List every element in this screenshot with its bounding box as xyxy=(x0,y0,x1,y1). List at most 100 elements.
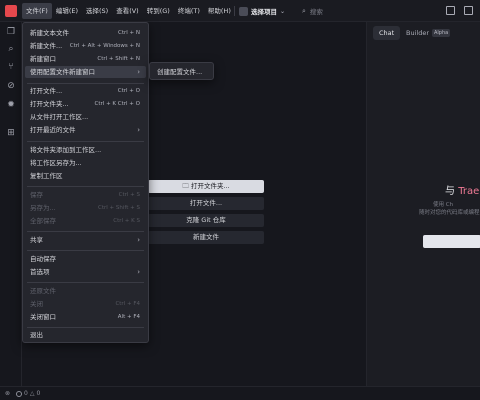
toggle-sidebar-icon[interactable] xyxy=(446,6,455,15)
new-window-label: 新建窗口 xyxy=(30,55,56,63)
menu-item-open-file[interactable]: 打开文件... Ctrl + O xyxy=(25,85,146,97)
menu-item-share[interactable]: 共享 › xyxy=(25,234,146,246)
extensions-icon[interactable]: ⊞ xyxy=(6,128,16,138)
shortcut: Alt + F4 xyxy=(117,314,140,320)
close-label: 关闭 xyxy=(30,300,43,308)
shortcut: Ctrl + F4 xyxy=(115,301,140,307)
file-menu-dropdown: 新建文本文件 Ctrl + N 新建文件... Ctrl + Alt + Win… xyxy=(22,22,149,343)
menu-edit[interactable]: 编辑(E) xyxy=(52,3,82,19)
menu-item-new-file[interactable]: 新建文件... Ctrl + Alt + Windows + N xyxy=(25,40,146,52)
menu-item-preferences[interactable]: 首选项 › xyxy=(25,266,146,278)
shortcut: Ctrl + K S xyxy=(113,218,140,224)
status-bar: ⊗ 0 △ 0 xyxy=(0,386,480,400)
menu-go[interactable]: 转到(G) xyxy=(143,3,174,19)
tab-builder[interactable]: Builder Alpha xyxy=(406,26,451,40)
run-debug-icon[interactable]: ⊘ xyxy=(6,81,16,91)
alpha-badge: Alpha xyxy=(432,29,451,37)
menu-item-duplicate-workspace[interactable]: 复制工作区 xyxy=(25,170,146,182)
title-divider xyxy=(234,6,235,16)
bug-icon[interactable]: ✹ xyxy=(6,100,16,110)
select-project-button[interactable]: 选择项目 ⌄ xyxy=(239,4,285,18)
preferences-label: 首选项 xyxy=(30,268,50,276)
remote-indicator[interactable]: ⊗ xyxy=(5,389,10,399)
menu-view[interactable]: 查看(V) xyxy=(112,3,143,19)
chevron-down-icon: ⌄ xyxy=(280,7,286,15)
panel-text-line2: 随时对您的代码库或编程 xyxy=(419,210,480,216)
save-all-label: 全部保存 xyxy=(30,217,56,225)
menu-selection[interactable]: 选择(S) xyxy=(82,3,112,19)
shortcut: Ctrl + O xyxy=(117,88,140,94)
menu-item-save-all: 全部保存 Ctrl + K S xyxy=(25,215,146,227)
menu-item-new-text-file[interactable]: 新建文本文件 Ctrl + N xyxy=(25,27,146,39)
chevron-right-icon: › xyxy=(137,68,140,76)
menu-item-create-profile[interactable]: 创建配置文件... xyxy=(152,66,211,78)
problems-indicator[interactable]: 0 △ 0 xyxy=(16,389,40,399)
select-project-label: 选择项目 xyxy=(251,8,277,16)
menu-file[interactable]: 文件(F) xyxy=(22,3,52,19)
menu-divider xyxy=(27,231,144,232)
tab-builder-label: Builder xyxy=(406,29,429,37)
source-control-icon[interactable]: ⑂ xyxy=(6,62,16,72)
save-label: 保存 xyxy=(30,191,43,199)
shortcut: Ctrl + N xyxy=(117,30,140,36)
app-logo-icon xyxy=(5,5,17,17)
open-folder-label: 打开文件夹... xyxy=(30,100,69,108)
menu-item-add-folder-workspace[interactable]: 将文件夹添加到工作区... xyxy=(25,144,146,156)
open-folder-button[interactable]: 🗀 打开文件夹... xyxy=(148,180,264,193)
folder-icon: 🗀 xyxy=(182,182,191,190)
search-input[interactable]: ⌕ 搜索 xyxy=(302,4,442,18)
ai-panel: Chat Builder Alpha 与 Trae 使用 Ch 随时对您的代码库或… xyxy=(366,22,480,386)
menu-item-save: 保存 Ctrl + S xyxy=(25,189,146,201)
shortcut: Ctrl + K Ctrl + O xyxy=(94,101,140,107)
menu-item-open-folder[interactable]: 打开文件夹... Ctrl + K Ctrl + O xyxy=(25,98,146,110)
new-file-label: 新建文件... xyxy=(30,42,63,50)
menu-item-save-as: 另存为... Ctrl + Shift + S xyxy=(25,202,146,214)
menu-item-close: 关闭 Ctrl + F4 xyxy=(25,298,146,310)
warning-count: 0 xyxy=(36,390,41,397)
new-window-profile-label: 使用配置文件新建窗口 xyxy=(30,68,95,76)
error-count: 0 xyxy=(24,390,28,397)
revert-file-label: 还原文件 xyxy=(30,287,56,295)
menu-divider xyxy=(27,250,144,251)
explorer-icon[interactable]: ❐ xyxy=(6,27,16,37)
remote-icon: ⊗ xyxy=(5,390,11,397)
open-folder-label: 打开文件夹... xyxy=(190,182,230,190)
menu-item-exit[interactable]: 退出 xyxy=(25,329,146,341)
title-bar: 文件(F) 编辑(E) 选择(S) 查看(V) 转到(G) 终端(T) 帮助(H… xyxy=(0,0,480,22)
add-folder-workspace-label: 将文件夹添加到工作区... xyxy=(30,146,102,154)
open-file-label: 打开文件... xyxy=(30,87,63,95)
save-as-label: 另存为... xyxy=(30,204,56,212)
menu-help[interactable]: 帮助(H) xyxy=(204,3,235,19)
menu-item-auto-save[interactable]: 自动保存 xyxy=(25,253,146,265)
shortcut: Ctrl + S xyxy=(118,192,140,198)
warning-icon: △ xyxy=(29,390,35,397)
menu-item-revert-file: 还原文件 xyxy=(25,285,146,297)
menu-item-new-window-profile[interactable]: 使用配置文件新建窗口 › xyxy=(25,66,146,78)
menu-item-close-window[interactable]: 关闭窗口 Alt + F4 xyxy=(25,311,146,323)
save-workspace-as-label: 将工作区另存为... xyxy=(30,159,82,167)
chevron-right-icon: › xyxy=(137,268,140,276)
new-text-file-label: 新建文本文件 xyxy=(30,29,69,37)
panel-text-line1: 使用 Ch xyxy=(433,202,454,208)
panel-action-button[interactable] xyxy=(423,235,480,248)
menu-item-new-window[interactable]: 新建窗口 Ctrl + Shift + N xyxy=(25,53,146,65)
activity-bar: ❐ ⌕ ⑂ ⊘ ✹ ⊞ xyxy=(0,22,22,386)
search-placeholder: 搜索 xyxy=(309,8,323,16)
new-file-button[interactable]: 新建文件 xyxy=(148,231,264,244)
logo-brand: Trae xyxy=(458,186,480,197)
shortcut: Ctrl + Alt + Windows + N xyxy=(69,43,140,49)
search-icon[interactable]: ⌕ xyxy=(6,44,16,54)
menu-item-save-workspace-as[interactable]: 将工作区另存为... xyxy=(25,157,146,169)
tab-chat[interactable]: Chat xyxy=(373,26,401,40)
menu-divider xyxy=(27,186,144,187)
toggle-panel-icon[interactable] xyxy=(464,6,473,15)
open-file-button[interactable]: 打开文件... xyxy=(148,197,264,210)
close-window-label: 关闭窗口 xyxy=(30,313,56,321)
exit-label: 退出 xyxy=(30,331,43,339)
clone-git-button[interactable]: 克隆 Git 仓库 xyxy=(148,214,264,227)
trae-logo: 与 Trae xyxy=(445,182,479,197)
error-icon xyxy=(16,391,22,397)
menu-item-open-workspace[interactable]: 从文件打开工作区... xyxy=(25,111,146,123)
menu-item-open-recent[interactable]: 打开最近的文件 › xyxy=(25,124,146,136)
menu-terminal[interactable]: 终端(T) xyxy=(174,3,204,19)
